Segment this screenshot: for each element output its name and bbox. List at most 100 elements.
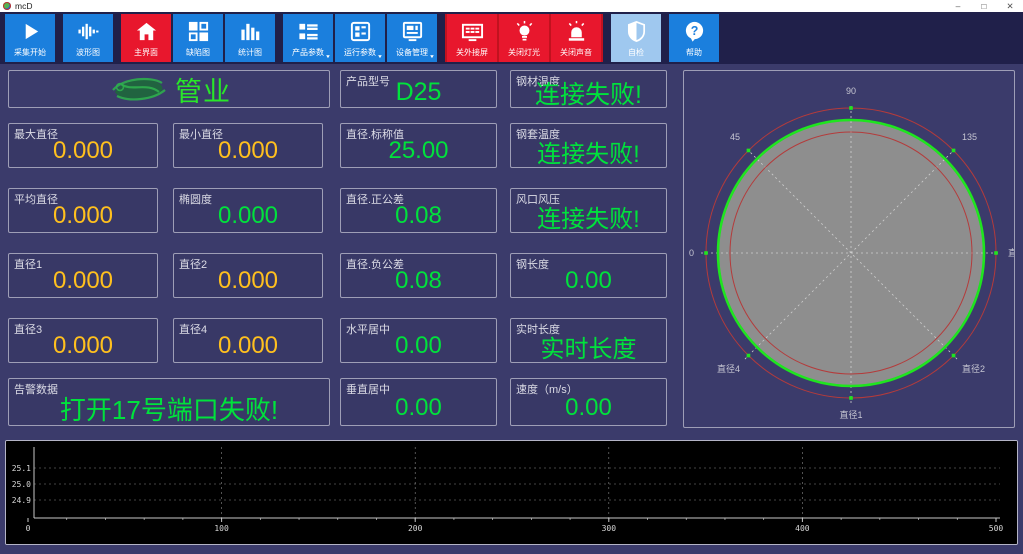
- toolbar-button-run-params[interactable]: 运行参数▼: [335, 14, 385, 62]
- field-diameter2: 直径2 0.000: [173, 253, 323, 298]
- toolbar-button-label: 主界面: [134, 47, 158, 58]
- svg-text:90: 90: [846, 86, 856, 96]
- logo-panel: 管业: [8, 70, 330, 108]
- field-min-diameter: 最小直径 0.000: [173, 123, 323, 168]
- field-value: 0.000: [11, 267, 155, 295]
- toolbar-button-defect-map[interactable]: 缺陷图: [173, 14, 223, 62]
- toolbar-button-label: 关闭声音: [560, 47, 592, 58]
- svg-text:200: 200: [408, 524, 423, 533]
- toolbar-button-label: 统计图: [238, 47, 262, 58]
- field-value: 0.08: [343, 267, 494, 295]
- field-avg-diameter: 平均直径 0.000: [8, 188, 158, 233]
- field-sleeve-temp: 钢套温度 连接失败!: [510, 123, 667, 168]
- shield-icon: [625, 19, 648, 45]
- toolbar-button-main-view[interactable]: 主界面: [121, 14, 171, 62]
- field-value: 0.000: [11, 137, 155, 165]
- toolbar-group-start: 采集开始: [5, 14, 55, 62]
- toolbar-button-label: 关外接屏: [456, 47, 488, 58]
- maximize-button[interactable]: □: [971, 0, 997, 12]
- toolbar-button-waveform-view[interactable]: 波形图: [63, 14, 113, 62]
- svg-text:100: 100: [214, 524, 229, 533]
- toolbar-group-selfcheck: 自检: [611, 14, 661, 62]
- svg-text:直径2: 直径2: [962, 363, 985, 374]
- svg-text:0: 0: [689, 248, 694, 258]
- product-params-icon: [297, 19, 320, 45]
- toolbar-button-product-params[interactable]: 产品参数▼: [283, 14, 333, 62]
- svg-text:300: 300: [602, 524, 617, 533]
- defect-map-icon: [187, 19, 210, 45]
- field-value: 连接失败!: [513, 202, 664, 230]
- field-value: 0.000: [11, 332, 155, 360]
- toolbar-button-help[interactable]: ? 帮助: [669, 14, 719, 62]
- toolbar-button-label: 帮助: [686, 47, 702, 58]
- logo-scribble: [107, 74, 173, 104]
- toolbar-button-label: 缺陷图: [186, 47, 210, 58]
- toolbar-button-self-check[interactable]: 自检: [611, 14, 661, 62]
- chevron-down-icon: ▼: [325, 55, 331, 60]
- window-controls: – □ ✕: [945, 0, 1023, 12]
- svg-text:500: 500: [989, 524, 1004, 533]
- svg-text:400: 400: [795, 524, 810, 533]
- diameter-profile-chart: 90451350直径3直径4直径1直径2: [683, 70, 1015, 428]
- field-ovality: 椭圆度 0.000: [173, 188, 323, 233]
- toolbar-button-label: 采集开始: [14, 47, 46, 58]
- field-max-diameter: 最大直径 0.000: [8, 123, 158, 168]
- field-value: 0.00: [513, 267, 664, 295]
- toolbar-button-label: 关闭灯光: [508, 47, 540, 58]
- toolbar-button-label: 波形图: [76, 47, 100, 58]
- svg-text:0: 0: [26, 524, 31, 533]
- minimize-button[interactable]: –: [945, 0, 971, 12]
- field-value: 0.000: [176, 202, 320, 230]
- field-value: 0.08: [343, 202, 494, 230]
- app-icon: [3, 2, 11, 10]
- field-realtime-length: 实时长度 实时长度: [510, 318, 667, 363]
- field-value: 0.000: [11, 202, 155, 230]
- field-value: 0.000: [176, 332, 320, 360]
- waveform-icon: [77, 19, 100, 45]
- field-value: D25: [343, 80, 494, 105]
- field-value: 0.000: [176, 267, 320, 295]
- svg-text:45: 45: [730, 132, 740, 142]
- field-value: 实时长度: [513, 332, 664, 360]
- screen-off-icon: [461, 19, 484, 45]
- field-horizontal-center: 水平居中 0.00: [340, 318, 497, 363]
- field-tuyere-pressure: 风口风压 连接失败!: [510, 188, 667, 233]
- field-value: 连接失败!: [513, 137, 664, 165]
- toolbar-button-sound-off[interactable]: 关闭声音: [551, 14, 601, 62]
- svg-text:直径1: 直径1: [839, 409, 862, 420]
- field-value: 连接失败!: [513, 80, 664, 105]
- logo-text: 管业: [175, 70, 231, 109]
- svg-text:直径3: 直径3: [1008, 247, 1014, 258]
- close-button[interactable]: ✕: [997, 0, 1023, 12]
- toolbar-group-help: ? 帮助: [669, 14, 719, 62]
- toolbar-button-label: 自检: [628, 47, 644, 58]
- light-off-icon: [513, 19, 536, 45]
- field-alarm-data: 告警数据 打开17号端口失败!: [8, 378, 330, 426]
- stats-icon: [239, 19, 262, 45]
- svg-text:25.1: 25.1: [12, 464, 31, 473]
- field-diameter4: 直径4 0.000: [173, 318, 323, 363]
- field-value: 0.00: [343, 393, 494, 423]
- field-diameter1: 直径1 0.000: [8, 253, 158, 298]
- help-icon: ?: [683, 19, 706, 45]
- field-plus-tolerance: 直径.正公差 0.08: [340, 188, 497, 233]
- chevron-down-icon: ▼: [377, 55, 383, 60]
- svg-text:直径4: 直径4: [717, 363, 740, 374]
- field-steel-length: 钢长度 0.00: [510, 253, 667, 298]
- field-steel-temp: 钢材温度 连接失败!: [510, 70, 667, 108]
- titlebar: mcD – □ ✕: [0, 0, 1023, 12]
- field-value: 0.00: [513, 393, 664, 423]
- toolbar-group-views: 主界面 缺陷图 统计图: [121, 14, 275, 62]
- toolbar-button-start-collect[interactable]: 采集开始: [5, 14, 55, 62]
- play-icon: [19, 19, 42, 45]
- field-minus-tolerance: 直径.负公差 0.08: [340, 253, 497, 298]
- toolbar-button-light-off[interactable]: 关闭灯光: [499, 14, 549, 62]
- toolbar-group-wave: 波形图: [63, 14, 113, 62]
- field-diameter3: 直径3 0.000: [8, 318, 158, 363]
- svg-text:24.9: 24.9: [12, 496, 31, 505]
- toolbar-button-stats-view[interactable]: 统计图: [225, 14, 275, 62]
- field-product-model: 产品型号 D25: [340, 70, 497, 108]
- toolbar-button-label: 产品参数: [292, 47, 324, 58]
- toolbar-button-external-screen-off[interactable]: 关外接屏: [447, 14, 497, 62]
- toolbar-button-device-mgmt[interactable]: 设备管理▼: [387, 14, 437, 62]
